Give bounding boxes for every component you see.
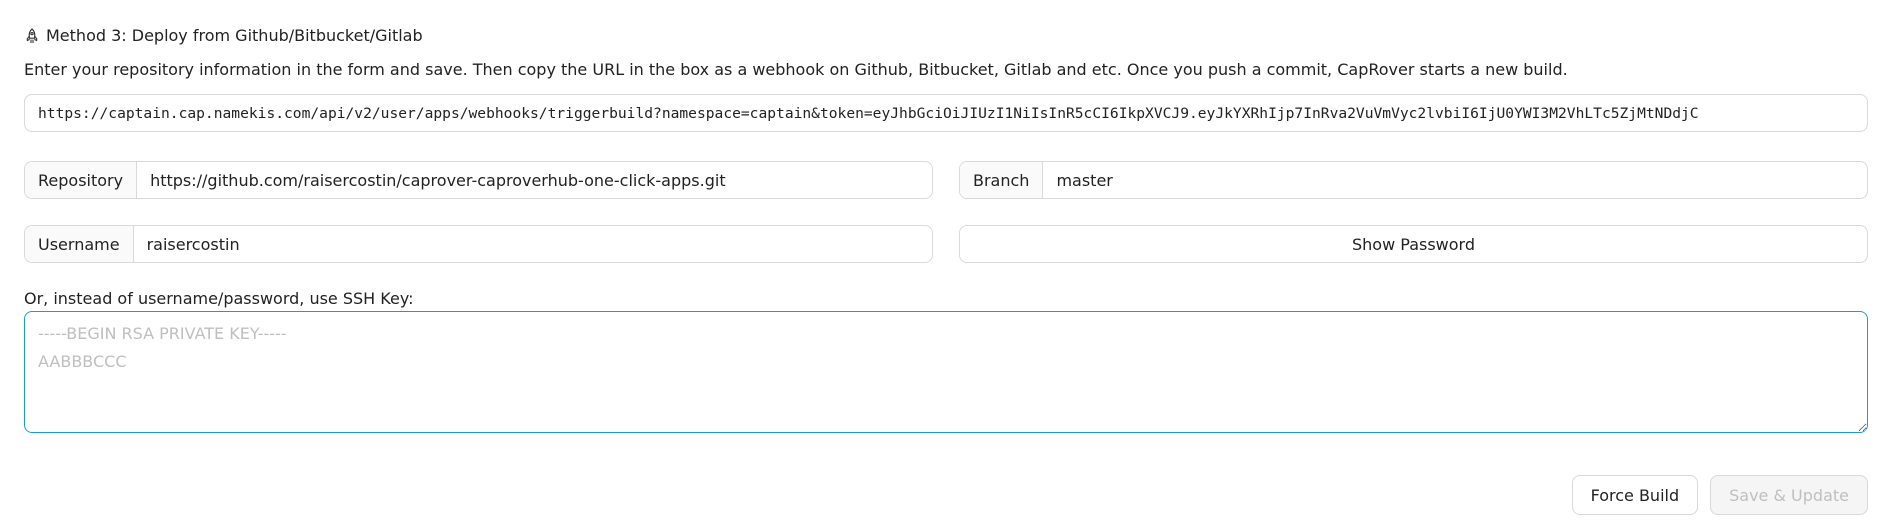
deploy-method-3-panel: Method 3: Deploy from Github/Bitbucket/G… [24, 22, 1868, 433]
section-description: Enter your repository information in the… [24, 60, 1568, 79]
save-update-button[interactable]: Save & Update [1710, 475, 1868, 515]
branch-label: Branch [960, 162, 1044, 198]
ssh-key-label: Or, instead of username/password, use SS… [24, 289, 414, 308]
action-buttons: Force Build Save & Update [1571, 475, 1868, 515]
webhook-url-text[interactable]: https://captain.cap.namekis.com/api/v2/u… [38, 105, 1699, 122]
repository-input-group: Repository [24, 161, 933, 199]
username-input-group: Username [24, 225, 933, 263]
show-password-button[interactable]: Show Password [959, 225, 1868, 263]
webhook-url-box[interactable]: https://captain.cap.namekis.com/api/v2/u… [24, 94, 1868, 132]
repository-branch-row: Repository Branch [24, 161, 1868, 199]
branch-input[interactable] [1043, 162, 1867, 198]
branch-input-group: Branch [959, 161, 1868, 199]
repository-label: Repository [25, 162, 138, 198]
section-title: Method 3: Deploy from Github/Bitbucket/G… [46, 26, 423, 45]
username-label: Username [25, 226, 134, 262]
section-heading: Method 3: Deploy from Github/Bitbucket/G… [24, 22, 1868, 50]
rocket-icon [24, 28, 40, 44]
username-input[interactable] [133, 226, 932, 262]
username-password-row: Username Show Password [24, 225, 1868, 263]
ssh-key-textarea[interactable] [24, 311, 1868, 433]
repository-input[interactable] [137, 162, 932, 198]
force-build-button[interactable]: Force Build [1571, 475, 1699, 515]
